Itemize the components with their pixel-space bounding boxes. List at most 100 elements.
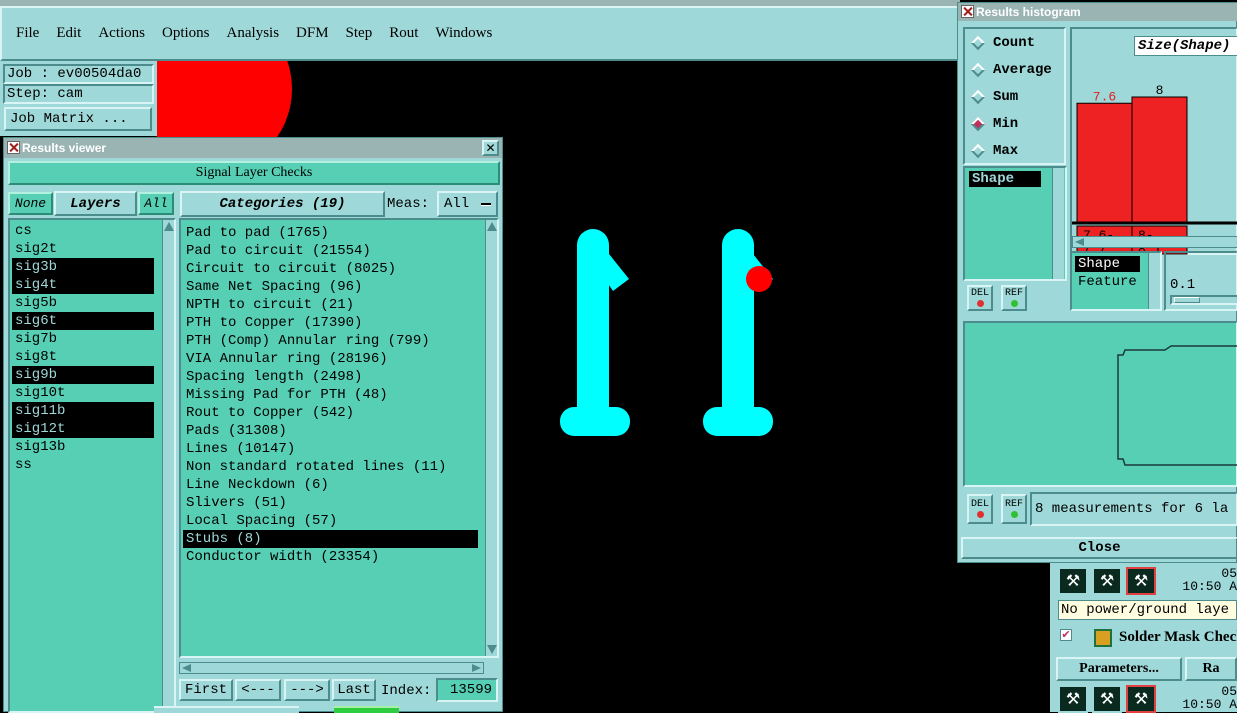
layer-item[interactable]: sig7b: [12, 330, 154, 348]
layer-item[interactable]: sig12t: [12, 420, 154, 438]
option-label: Min: [993, 115, 1019, 132]
group-item-feature[interactable]: Feature: [1075, 274, 1137, 290]
category-item[interactable]: VIA Annular ring (28196): [183, 350, 478, 368]
job-matrix-button[interactable]: Job Matrix ...: [4, 107, 152, 131]
category-item[interactable]: Pad to circuit (21554): [183, 242, 478, 260]
window-menu-icon[interactable]: [7, 141, 20, 154]
index-field[interactable]: 13599: [436, 678, 498, 702]
option-sum[interactable]: Sum: [965, 83, 1064, 110]
stub-marker[interactable]: [746, 266, 772, 292]
category-item[interactable]: Pad to pad (1765): [183, 224, 478, 242]
del-label: DEL: [970, 288, 989, 299]
checkbox-checked[interactable]: ✔: [1060, 629, 1072, 641]
bar-value-label: 7.6: [1093, 89, 1116, 104]
last-button[interactable]: Last: [332, 679, 376, 701]
tool-icon-6[interactable]: ⚒: [1126, 685, 1156, 713]
category-item[interactable]: Slivers (51): [183, 494, 478, 512]
group-list-scrollbar[interactable]: [1148, 253, 1160, 309]
shape-list-scrollbar[interactable]: [1052, 168, 1064, 279]
histogram-bar[interactable]: [1131, 96, 1188, 223]
layers-scrollbar[interactable]: [162, 220, 174, 713]
option-average[interactable]: Average: [965, 56, 1064, 83]
category-item[interactable]: Pads (31308): [183, 422, 478, 440]
categories-button[interactable]: Categories (19): [180, 191, 385, 217]
layer-item[interactable]: sig6t: [12, 312, 154, 330]
category-item[interactable]: Non standard rotated lines (11): [183, 458, 478, 476]
categories-list[interactable]: Pad to pad (1765) Pad to circuit (21554) C…: [179, 218, 499, 658]
category-item[interactable]: Rout to Copper (542): [183, 404, 478, 422]
layers-all-button[interactable]: All: [138, 192, 174, 215]
tool-icon-1[interactable]: ⚒: [1058, 567, 1088, 595]
layer-item[interactable]: sig3b: [12, 258, 154, 276]
group-item-shape[interactable]: Shape: [1075, 256, 1140, 272]
meas-select[interactable]: All: [437, 191, 498, 217]
close-icon[interactable]: ✕: [482, 140, 499, 156]
menu-step[interactable]: Step: [346, 25, 373, 42]
histogram-shape-list[interactable]: Shape: [963, 166, 1067, 281]
layer-item[interactable]: sig2t: [12, 240, 154, 258]
layer-item[interactable]: sig13b: [12, 438, 154, 456]
tool-icon-3[interactable]: ⚒: [1126, 567, 1156, 595]
checks-header[interactable]: Signal Layer Checks: [8, 161, 500, 185]
menu-edit[interactable]: Edit: [56, 25, 81, 42]
layer-item[interactable]: sig4t: [12, 276, 154, 294]
category-item[interactable]: Same Net Spacing (96): [183, 278, 478, 296]
category-item[interactable]: Lines (10147): [183, 440, 478, 458]
shape-list-item[interactable]: Shape: [969, 171, 1041, 187]
category-item[interactable]: Spacing length (2498): [183, 368, 478, 386]
layers-list[interactable]: cs sig2t sig3b sig4t sig5b sig6t sig7b sig8t sig…: [8, 218, 176, 713]
category-item[interactable]: Line Neckdown (6): [183, 476, 478, 494]
layer-item[interactable]: cs: [12, 222, 154, 240]
category-item[interactable]: PTH (Comp) Annular ring (799): [183, 332, 478, 350]
histogram-titlebar[interactable]: Results histogram: [958, 3, 1237, 21]
layer-item[interactable]: sig9b: [12, 366, 154, 384]
ra-button[interactable]: Ra: [1185, 657, 1237, 681]
layers-none-button[interactable]: None: [8, 192, 53, 215]
category-item[interactable]: Local Spacing (57): [183, 512, 478, 530]
next-button[interactable]: --->: [284, 679, 330, 701]
ref-button-bottom[interactable]: REF: [1001, 494, 1027, 524]
first-button[interactable]: First: [179, 679, 233, 701]
option-count[interactable]: Count: [965, 29, 1064, 56]
layers-toggle-button[interactable]: Layers: [54, 191, 137, 216]
menu-actions[interactable]: Actions: [98, 25, 145, 42]
menu-windows[interactable]: Windows: [435, 25, 492, 42]
del-button-top[interactable]: DEL: [967, 285, 993, 311]
histogram-bar[interactable]: [1076, 102, 1133, 223]
group-by-list[interactable]: Shape Feature: [1070, 251, 1162, 311]
results-viewer-titlebar[interactable]: Results viewer: [4, 138, 502, 158]
resolution-slider[interactable]: [1170, 295, 1237, 305]
layer-item[interactable]: sig5b: [12, 294, 154, 312]
parameters-button[interactable]: Parameters...: [1056, 657, 1182, 681]
layer-item[interactable]: sig10t: [12, 384, 154, 402]
category-item[interactable]: Stubs (8): [183, 530, 478, 548]
chart-title: Size(Shape): [1134, 36, 1237, 56]
tool-icon-2[interactable]: ⚒: [1092, 567, 1122, 595]
chart-hscrollbar[interactable]: [1072, 236, 1237, 248]
del-button-bottom[interactable]: DEL: [967, 494, 993, 524]
option-max[interactable]: Max: [965, 137, 1064, 164]
tool-icon-5[interactable]: ⚒: [1092, 685, 1122, 713]
category-item[interactable]: Conductor width (23354): [183, 548, 478, 566]
category-item[interactable]: Circuit to circuit (8025): [183, 260, 478, 278]
menu-analysis[interactable]: Analysis: [227, 25, 280, 42]
menu-options[interactable]: Options: [162, 25, 210, 42]
layer-item[interactable]: ss: [12, 456, 154, 474]
layer-item[interactable]: sig11b: [12, 402, 154, 420]
option-min[interactable]: Min: [965, 110, 1064, 137]
ref-button-top[interactable]: REF: [1001, 285, 1027, 311]
category-item[interactable]: Missing Pad for PTH (48): [183, 386, 478, 404]
window-menu-icon[interactable]: [961, 5, 974, 18]
menu-dfm[interactable]: DFM: [296, 25, 329, 42]
prev-button[interactable]: <---: [235, 679, 281, 701]
category-item[interactable]: PTH to Copper (17390): [183, 314, 478, 332]
resolution-slider-area: 0.1: [1164, 251, 1237, 311]
menu-rout[interactable]: Rout: [389, 25, 418, 42]
tool-icon-4[interactable]: ⚒: [1058, 685, 1088, 713]
categories-hscrollbar[interactable]: [179, 662, 484, 674]
menu-file[interactable]: File: [16, 25, 39, 42]
category-item[interactable]: NPTH to circuit (21): [183, 296, 478, 314]
layer-item[interactable]: sig8t: [12, 348, 154, 366]
categories-scrollbar[interactable]: [485, 220, 497, 656]
histogram-close-button[interactable]: Close: [961, 537, 1237, 559]
